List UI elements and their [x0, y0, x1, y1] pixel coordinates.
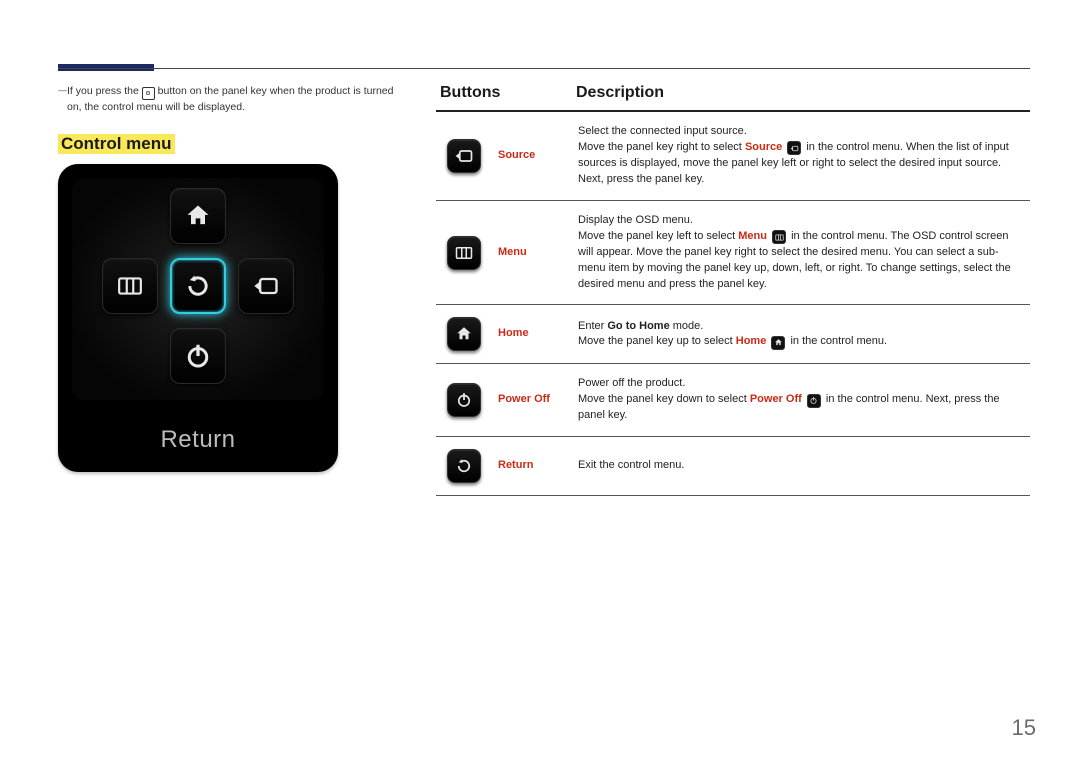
row-poweroff: Power Off Power off the product. Move th…	[436, 364, 1030, 437]
left-column: If you press the button on the panel key…	[58, 84, 436, 496]
panel-key-icon	[142, 87, 155, 100]
power-icon	[807, 394, 821, 408]
return-label: Return	[498, 459, 533, 471]
home-desc-2: Move the panel key up to select Home in …	[578, 334, 1024, 350]
page-number: 15	[1012, 715, 1036, 741]
menu-grid-icon	[772, 230, 786, 244]
home-icon	[771, 336, 785, 350]
home-desc-1: Enter Go to Home mode.	[578, 319, 1024, 335]
source-icon	[252, 272, 280, 300]
poweroff-desc-1: Power off the product.	[578, 376, 1024, 392]
source-icon	[454, 146, 474, 166]
source-label: Source	[498, 149, 535, 161]
menu-desc-1: Display the OSD menu.	[578, 213, 1024, 229]
power-icon	[183, 341, 213, 371]
source-desc-2: Move the panel key right to select Sourc…	[578, 140, 1024, 188]
poweroff-label: Power Off	[498, 393, 550, 405]
menu-label: Menu	[498, 246, 527, 258]
th-buttons: Buttons	[436, 84, 572, 111]
return-desc-1: Exit the control menu.	[578, 458, 1024, 474]
right-column: Buttons Description Source Select the co…	[436, 84, 1030, 496]
poweroff-desc-2: Move the panel key down to select Power …	[578, 392, 1024, 424]
panel-return-label: Return	[58, 426, 338, 454]
control-menu-panel: Return	[58, 164, 338, 472]
source-icon	[787, 141, 801, 155]
buttons-table: Buttons Description Source Select the co…	[436, 84, 1030, 496]
home-label: Home	[498, 327, 529, 339]
row-menu: Menu Display the OSD menu. Move the pane…	[436, 200, 1030, 305]
panel-return-button[interactable]	[170, 258, 226, 314]
panel-source-button[interactable]	[238, 258, 294, 314]
menu-button-icon	[447, 236, 481, 270]
header-rule	[58, 68, 1030, 69]
intro-note: If you press the button on the panel key…	[58, 84, 406, 114]
section-title: Control menu	[58, 134, 175, 154]
note-text-prefix: If you press the	[67, 85, 142, 97]
th-description: Description	[572, 84, 1030, 111]
source-button-icon	[447, 139, 481, 173]
panel-menu-button[interactable]	[102, 258, 158, 314]
row-source: Source Select the connected input source…	[436, 111, 1030, 200]
row-home: Home Enter Go to Home mode. Move the pan…	[436, 305, 1030, 364]
menu-desc-2: Move the panel key left to select Menu i…	[578, 229, 1024, 293]
home-icon	[184, 202, 212, 230]
home-button-icon	[447, 317, 481, 351]
control-menu-inner	[72, 178, 324, 400]
return-icon	[184, 272, 212, 300]
home-icon	[455, 325, 473, 343]
panel-power-button[interactable]	[170, 328, 226, 384]
return-button-icon	[447, 449, 481, 483]
panel-home-button[interactable]	[170, 188, 226, 244]
row-return: Return Exit the control menu.	[436, 437, 1030, 496]
menu-grid-icon	[455, 244, 473, 262]
power-icon	[455, 391, 473, 409]
menu-grid-icon	[117, 273, 143, 299]
poweroff-button-icon	[447, 383, 481, 417]
return-icon	[455, 457, 473, 475]
source-desc-1: Select the connected input source.	[578, 124, 1024, 140]
